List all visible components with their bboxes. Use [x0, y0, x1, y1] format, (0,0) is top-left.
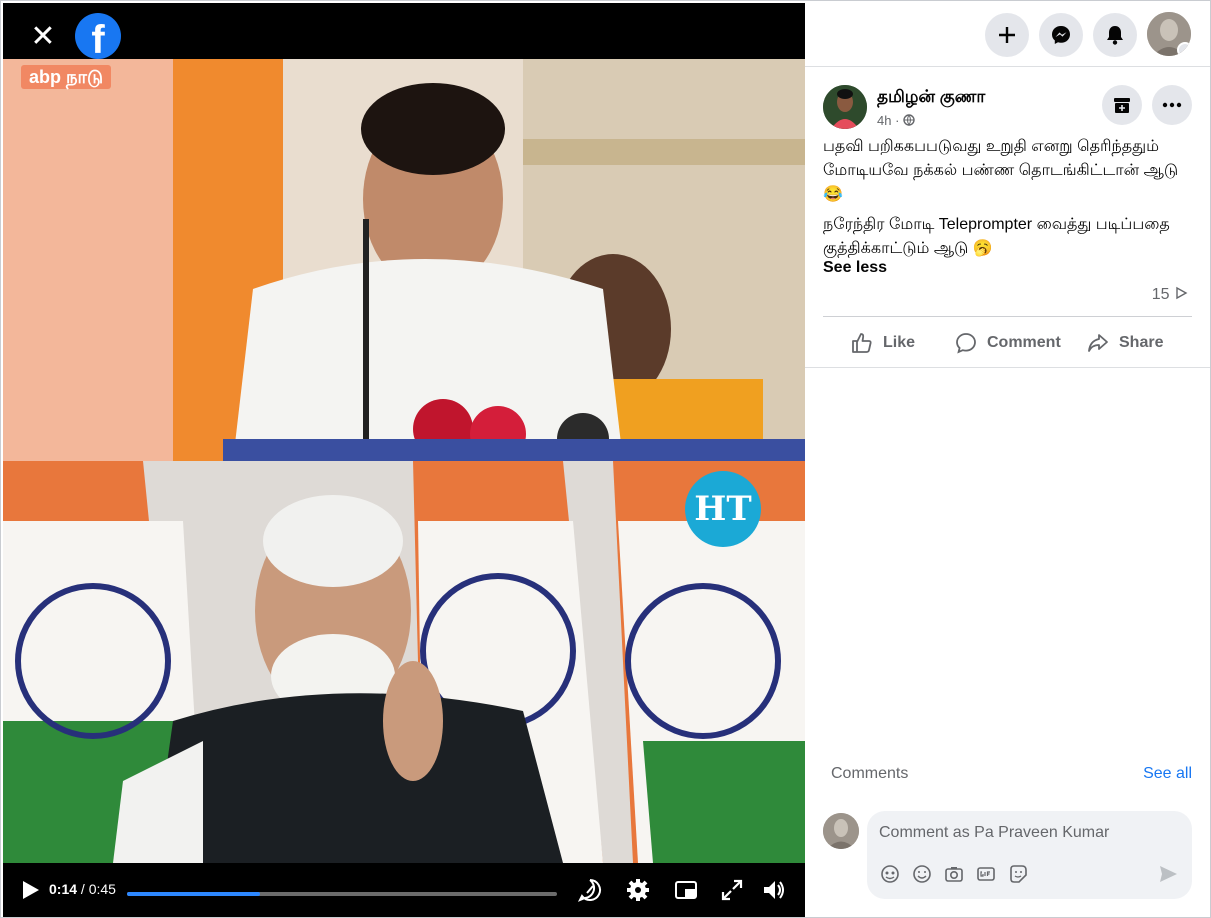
total-time: / 0:45 [80, 881, 116, 897]
comments-heading: Comments [831, 765, 909, 782]
more-dots-icon [1162, 102, 1182, 108]
author-name[interactable]: தமிழன் குணா [877, 87, 985, 109]
notifications-button[interactable] [1093, 13, 1137, 57]
comment-label: Comment [987, 334, 1061, 351]
post-actions: Like Comment Share [823, 319, 1192, 367]
see-less-link[interactable]: See less [823, 259, 887, 277]
picture-in-picture-icon[interactable] [673, 877, 699, 903]
save-post-button[interactable] [1102, 85, 1142, 125]
channel-watermark-bottom: HT [685, 471, 761, 547]
volume-icon[interactable] [761, 877, 787, 903]
settings-gear-icon[interactable] [625, 877, 651, 903]
reactions-divider [823, 316, 1192, 317]
create-button[interactable] [985, 13, 1029, 57]
post-body: பதவி பறிககபபடுவது உறுதி எனறு தெரிந்ததும்… [823, 135, 1193, 267]
comment-input[interactable] [879, 821, 1179, 845]
share-arrow-icon [1088, 334, 1108, 352]
post-time[interactable]: 4h · [877, 113, 899, 128]
video-time: 0:14 / 0:45 [49, 881, 116, 897]
facebook-logo-icon[interactable]: f [75, 13, 121, 59]
play-outline-icon [1176, 286, 1188, 300]
post-meta: 4h · [877, 113, 915, 128]
post-header: தமிழன் குணா 4h · [805, 67, 1210, 137]
post-paragraph-2: நரேந்திர மோடி Teleprompter வைத்து படிப்ப… [823, 216, 1170, 257]
post-panel: தமிழன் குணா 4h · பதவி பறிககபபடுவது உறுதி… [805, 3, 1210, 917]
like-label: Like [883, 334, 916, 351]
video-viewer[interactable]: ✕ f abp நாடு HT 0:14 / 0:45 [3, 3, 805, 917]
captions-icon[interactable] [577, 877, 603, 903]
messenger-button[interactable] [1039, 13, 1083, 57]
see-all-comments-link[interactable]: See all [1143, 765, 1192, 783]
video-frame-top: abp நாடு [3, 59, 805, 461]
emoji-icon[interactable] [911, 863, 933, 885]
current-user-avatar[interactable] [823, 813, 859, 849]
play-icon[interactable] [17, 877, 43, 903]
send-icon[interactable] [1157, 863, 1179, 885]
view-count[interactable]: 15 [1152, 286, 1188, 304]
actions-divider [805, 367, 1210, 368]
account-avatar[interactable] [1147, 12, 1191, 56]
progress-fill [127, 892, 261, 896]
author-avatar[interactable] [823, 85, 867, 129]
progress-bar[interactable] [127, 892, 557, 896]
thumbs-up-icon [852, 333, 872, 353]
chevron-down-icon[interactable] [1177, 42, 1191, 56]
top-navigation [805, 3, 1210, 67]
share-button[interactable]: Share [1087, 327, 1163, 359]
plus-icon [999, 27, 1015, 43]
video-frame-bottom: HT [3, 461, 805, 863]
messenger-icon [1052, 26, 1070, 44]
globe-icon [903, 114, 915, 126]
share-label: Share [1119, 334, 1164, 351]
more-options-button[interactable] [1152, 85, 1192, 125]
comment-composer [867, 811, 1192, 899]
fullscreen-icon[interactable] [719, 877, 745, 903]
archive-icon [1114, 98, 1130, 113]
view-count-value: 15 [1151, 286, 1170, 303]
close-icon[interactable]: ✕ [25, 19, 61, 55]
video-controls: 0:14 / 0:45 [3, 863, 805, 917]
comment-bubble-icon [956, 333, 976, 354]
channel-watermark-top: abp நாடு [21, 65, 112, 89]
viewer-top-bar: ✕ f [3, 3, 805, 59]
gif-icon[interactable] [975, 863, 997, 885]
current-time: 0:14 [49, 881, 78, 897]
like-button[interactable]: Like [851, 327, 915, 359]
camera-icon[interactable] [943, 863, 965, 885]
sticker-icon[interactable] [1007, 863, 1029, 885]
post-paragraph-1: பதவி பறிககபபடுவது உறுதி எனறு தெரிந்ததும்… [823, 138, 1179, 203]
window-frame: ✕ f abp நாடு HT 0:14 / 0:45 தமிழன் குணா … [0, 0, 1211, 918]
comment-button[interactable]: Comment [955, 327, 1061, 359]
bell-icon [1107, 26, 1123, 45]
avatar-sticker-icon[interactable] [879, 863, 901, 885]
